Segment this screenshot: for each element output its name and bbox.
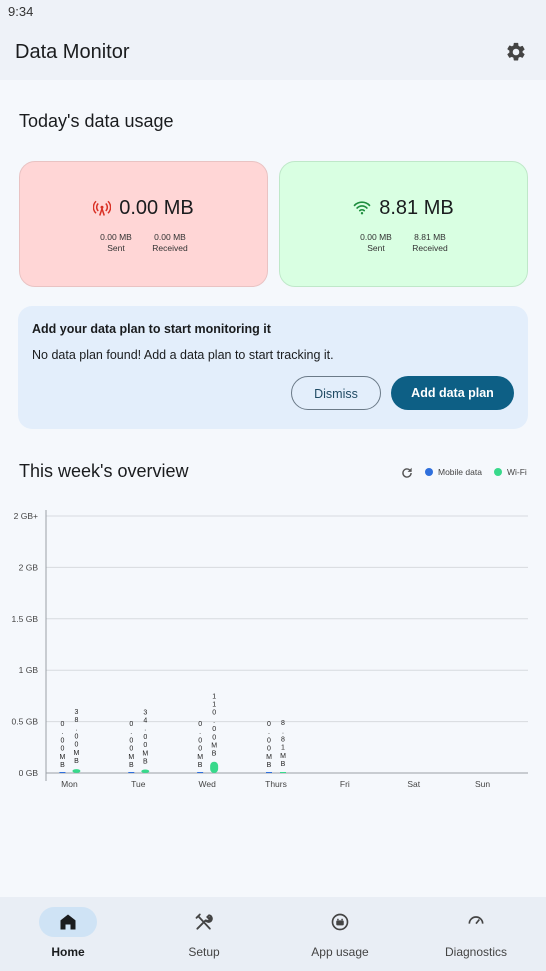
status-time: 9:34 xyxy=(8,4,34,19)
x-tick-label: Wed xyxy=(198,779,216,789)
nav-label-home: Home xyxy=(51,945,85,959)
wifi-received-value: 8.81 MB xyxy=(414,232,446,242)
bar-data-label: 8.81MB xyxy=(280,720,286,768)
wifi-sent: 0.00 MB Sent xyxy=(346,232,406,254)
y-tick-label: 2 GB+ xyxy=(14,511,38,521)
tools-icon xyxy=(195,913,213,930)
bar-data-label: 0.00MB xyxy=(197,721,203,769)
settings-gear-icon[interactable] xyxy=(505,41,527,63)
plan-banner-title: Add your data plan to start monitoring i… xyxy=(32,322,271,336)
chart-bar xyxy=(280,772,286,773)
chart-bar xyxy=(59,772,66,773)
x-tick-label: Mon xyxy=(61,779,78,789)
mobile-received: 0.00 MB Received xyxy=(140,232,200,254)
chart-bar xyxy=(210,761,219,773)
x-tick-label: Thurs xyxy=(265,779,287,789)
chart-bar xyxy=(197,772,204,773)
bar-data-label: 0.00MB xyxy=(128,721,134,769)
x-tick-label: Sat xyxy=(407,779,420,789)
bar-data-label: 0.00MB xyxy=(60,721,66,769)
app-usage-icon xyxy=(331,913,349,931)
wifi-icon xyxy=(353,201,371,215)
x-tick-label: Fri xyxy=(340,779,350,789)
y-tick-label: 0.5 GB xyxy=(12,717,39,727)
mobile-total: 0.00 MB xyxy=(119,197,194,219)
wifi-total-row: 8.81 MB xyxy=(280,197,527,220)
nav-item-setup[interactable]: Setup xyxy=(136,897,272,971)
nav-item-app-usage[interactable]: App usage xyxy=(272,897,408,971)
dismiss-button[interactable]: Dismiss xyxy=(291,376,381,410)
diagnostics-icon xyxy=(468,916,484,925)
wifi-total: 8.81 MB xyxy=(379,197,454,219)
wifi-sent-label: Sent xyxy=(367,243,385,253)
y-tick-label: 0 GB xyxy=(19,768,39,778)
mobile-usage-card[interactable]: 0.00 MB 0.00 MB Sent 0.00 MB Received xyxy=(19,161,268,287)
app-title: Data Monitor xyxy=(15,41,130,63)
nav-item-home[interactable]: Home xyxy=(0,897,136,971)
bar-data-label: 0.00MB xyxy=(266,721,272,769)
bar-data-label: 38.00MB xyxy=(74,709,80,765)
data-plan-banner: Add your data plan to start monitoring i… xyxy=(18,306,528,429)
wifi-usage-card[interactable]: 8.81 MB 0.00 MB Sent 8.81 MB Received xyxy=(279,161,528,287)
x-tick-label: Sun xyxy=(475,779,490,789)
chart-bar xyxy=(141,769,150,773)
wifi-received-label: Received xyxy=(412,243,448,253)
legend-wifi-label: Wi-Fi xyxy=(507,467,527,477)
x-tick-label: Tue xyxy=(131,779,146,789)
y-tick-label: 2 GB xyxy=(19,562,39,572)
bar-data-label: 34.00MB xyxy=(142,709,148,765)
mobile-received-label: Received xyxy=(152,243,188,253)
mobile-total-row: 0.00 MB xyxy=(20,197,267,220)
week-usage-chart: 0 GB 0.5 GB 1 GB 1.5 GB 2 GB 2 GB+ Mon 0. 0 0 M B 3 8… xyxy=(12,510,528,789)
y-tick-label: 1.5 GB xyxy=(12,614,39,624)
nav-label-setup: Setup xyxy=(188,945,220,959)
chart-bar xyxy=(266,772,272,773)
nav-label-diagnostics: Diagnostics xyxy=(444,945,508,959)
add-data-plan-button[interactable]: Add data plan xyxy=(391,376,514,410)
mobile-received-value: 0.00 MB xyxy=(154,232,186,242)
chart-bar xyxy=(72,769,81,773)
nav-item-diagnostics[interactable]: Diagnostics xyxy=(408,897,544,971)
wifi-received: 8.81 MB Received xyxy=(400,232,460,254)
legend-mobile-label: Mobile data xyxy=(438,467,482,477)
mobile-sent: 0.00 MB Sent xyxy=(86,232,146,254)
refresh-icon[interactable] xyxy=(400,466,414,480)
week-title: This week's overview xyxy=(19,461,189,481)
status-bar: 9:34 xyxy=(0,0,546,24)
plan-banner-message: No data plan found! Add a data plan to s… xyxy=(32,348,334,362)
mobile-sent-label: Sent xyxy=(107,243,125,253)
bar-data-label: 110.00MB xyxy=(211,693,217,757)
wifi-sent-value: 0.00 MB xyxy=(360,232,392,242)
y-tick-label: 1 GB xyxy=(19,665,39,675)
nav-label-app-usage: App usage xyxy=(311,945,369,959)
legend-mobile-dot xyxy=(425,468,433,476)
legend-wifi-dot xyxy=(494,468,502,476)
home-icon xyxy=(60,914,76,930)
chart-bar xyxy=(128,772,135,773)
today-title: Today's data usage xyxy=(19,111,174,131)
bottom-navigation: Home Setup App usage Diagnostics xyxy=(0,897,546,971)
cell-tower-icon xyxy=(92,200,112,216)
app-bar: Data Monitor xyxy=(0,24,546,80)
mobile-sent-value: 0.00 MB xyxy=(100,232,132,242)
